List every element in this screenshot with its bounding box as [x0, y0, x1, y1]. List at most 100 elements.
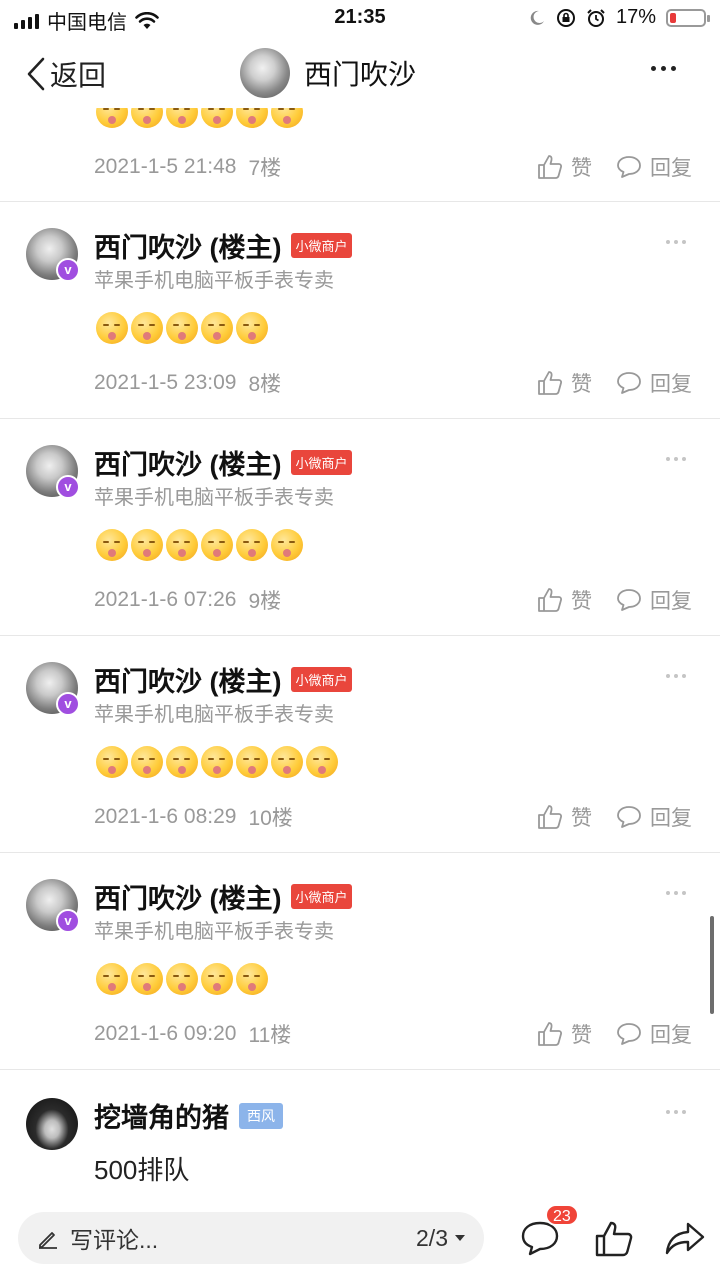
post-item: v 西门吹沙 (楼主) 小微商户苹果手机电脑平板手表专卖 2021-1-6 08:29… — [0, 636, 720, 853]
alarm-icon — [587, 8, 605, 27]
comment-text: 500排队 — [94, 1155, 190, 1185]
emoji-icon — [96, 963, 128, 995]
comment-input[interactable]: 写评论... 2/3 — [18, 1212, 484, 1264]
emoji-icon — [131, 108, 163, 128]
emoji-icon — [166, 108, 198, 128]
emoji-icon — [166, 963, 198, 995]
thread-content: 2021-1-5 21:48 7楼 赞 回复 v 西门吹沙 (楼主) 小微商户 苹果手… — [0, 108, 720, 1200]
emoji-icon — [201, 963, 233, 995]
author-subtitle: 苹果手机电脑平板手表专卖 — [94, 921, 334, 943]
like-label: 赞 — [571, 373, 592, 396]
post-date: 2021-1-5 23:09 — [94, 371, 237, 394]
emoji-row — [96, 529, 303, 561]
verified-v-icon: v — [56, 692, 80, 716]
emoji-icon — [96, 529, 128, 561]
post-floor: 9楼 — [248, 590, 282, 613]
comment-placeholder: 写评论... — [70, 1227, 159, 1253]
chevron-left-icon — [27, 57, 45, 91]
comment-bubble-icon — [617, 1023, 641, 1045]
emoji-icon — [131, 963, 163, 995]
emoji-icon — [236, 746, 268, 778]
emoji-icon — [271, 529, 303, 561]
like-button[interactable]: 赞 — [537, 152, 592, 182]
emoji-icon — [96, 312, 128, 344]
like-button[interactable]: 赞 — [537, 802, 592, 832]
emoji-row — [96, 963, 268, 995]
reply-button[interactable]: 回复 — [616, 1019, 692, 1049]
battery-icon — [666, 8, 710, 27]
like-thread-icon[interactable] — [594, 1220, 634, 1258]
post-more-button[interactable] — [666, 1110, 686, 1114]
post-author[interactable]: 西门吹沙 (楼主) — [94, 877, 281, 916]
merchant-tag: 小微商户 — [291, 233, 352, 258]
share-icon[interactable] — [664, 1220, 706, 1258]
post-date: 2021-1-6 08:29 — [94, 805, 237, 828]
back-button[interactable]: 返回 — [26, 54, 106, 94]
user-avatar[interactable] — [26, 1098, 78, 1150]
like-label: 赞 — [571, 590, 592, 613]
nav-avatar[interactable] — [240, 48, 290, 98]
post-more-button[interactable] — [666, 674, 686, 678]
reply-button[interactable]: 回复 — [616, 152, 692, 182]
merchant-tag: 小微商户 — [291, 884, 352, 909]
post-date: 2021-1-5 21:48 — [94, 155, 237, 178]
emoji-icon — [201, 529, 233, 561]
nav-bar: 返回 西门吹沙 — [0, 40, 720, 108]
emoji-icon — [166, 312, 198, 344]
post-author[interactable]: 西门吹沙 (楼主) — [94, 226, 281, 265]
like-button[interactable]: 赞 — [537, 368, 592, 398]
comment-author[interactable]: 挖墙角的猪 — [94, 1096, 229, 1135]
emoji-row — [96, 746, 338, 778]
scrollbar[interactable] — [710, 916, 714, 1014]
thumbs-up-icon — [538, 588, 563, 612]
like-label: 赞 — [571, 157, 592, 180]
emoji-icon — [131, 746, 163, 778]
post-more-button[interactable] — [666, 457, 686, 461]
emoji-icon — [201, 746, 233, 778]
post-more-button[interactable] — [666, 891, 686, 895]
post-floor: 8楼 — [248, 373, 282, 396]
verified-v-icon: v — [56, 475, 80, 499]
more-options-button[interactable] — [651, 66, 676, 71]
post-author[interactable]: 西门吹沙 (楼主) — [94, 443, 281, 482]
emoji-row — [96, 108, 303, 128]
comment-bubble-icon — [617, 156, 641, 178]
thumbs-up-icon — [538, 1022, 563, 1046]
post-floor: 7楼 — [248, 157, 282, 180]
battery-percent: 17% — [615, 6, 656, 28]
reply-label: 回复 — [650, 373, 692, 396]
user-tag: 西风 — [239, 1102, 283, 1129]
reply-button[interactable]: 回复 — [616, 585, 692, 615]
emoji-icon — [131, 529, 163, 561]
reply-label: 回复 — [650, 807, 692, 830]
reply-button[interactable]: 回复 — [616, 368, 692, 398]
author-subtitle: 苹果手机电脑平板手表专卖 — [94, 704, 334, 726]
merchant-tag: 小微商户 — [291, 450, 352, 475]
emoji-icon — [131, 312, 163, 344]
post-item: v 西门吹沙 (楼主) 小微商户 苹果手机电脑平板手表专卖 2021-1-5 23:09… — [0, 202, 720, 419]
thumbs-up-icon — [538, 155, 563, 179]
thumbs-up-icon — [538, 371, 563, 395]
back-label: 返回 — [50, 60, 107, 91]
emoji-icon — [236, 529, 268, 561]
emoji-icon — [236, 963, 268, 995]
emoji-icon — [271, 746, 303, 778]
reply-button[interactable]: 回复 — [616, 802, 692, 832]
comment-bubble-icon — [617, 372, 641, 394]
emoji-row — [96, 312, 268, 344]
merchant-tag: 小微商户 — [291, 667, 352, 692]
status-bar: 中国电信 21:35 17% — [0, 0, 720, 40]
emoji-icon — [166, 529, 198, 561]
like-button[interactable]: 赞 — [537, 1019, 592, 1049]
comment-bubble-icon — [617, 589, 641, 611]
page-selector[interactable]: 2/3 — [416, 1225, 466, 1252]
like-button[interactable]: 赞 — [537, 585, 592, 615]
like-label: 赞 — [571, 1024, 592, 1047]
caret-down-icon — [455, 1235, 465, 1241]
reply-label: 回复 — [650, 1024, 692, 1047]
author-subtitle: 苹果手机电脑平板手表专卖 — [94, 487, 334, 509]
comment-post: 挖墙角的猪 西风 500排队 — [0, 1072, 720, 1200]
post-author[interactable]: 西门吹沙 (楼主) — [94, 660, 281, 699]
post-more-button[interactable] — [666, 240, 686, 244]
emoji-icon — [201, 108, 233, 128]
